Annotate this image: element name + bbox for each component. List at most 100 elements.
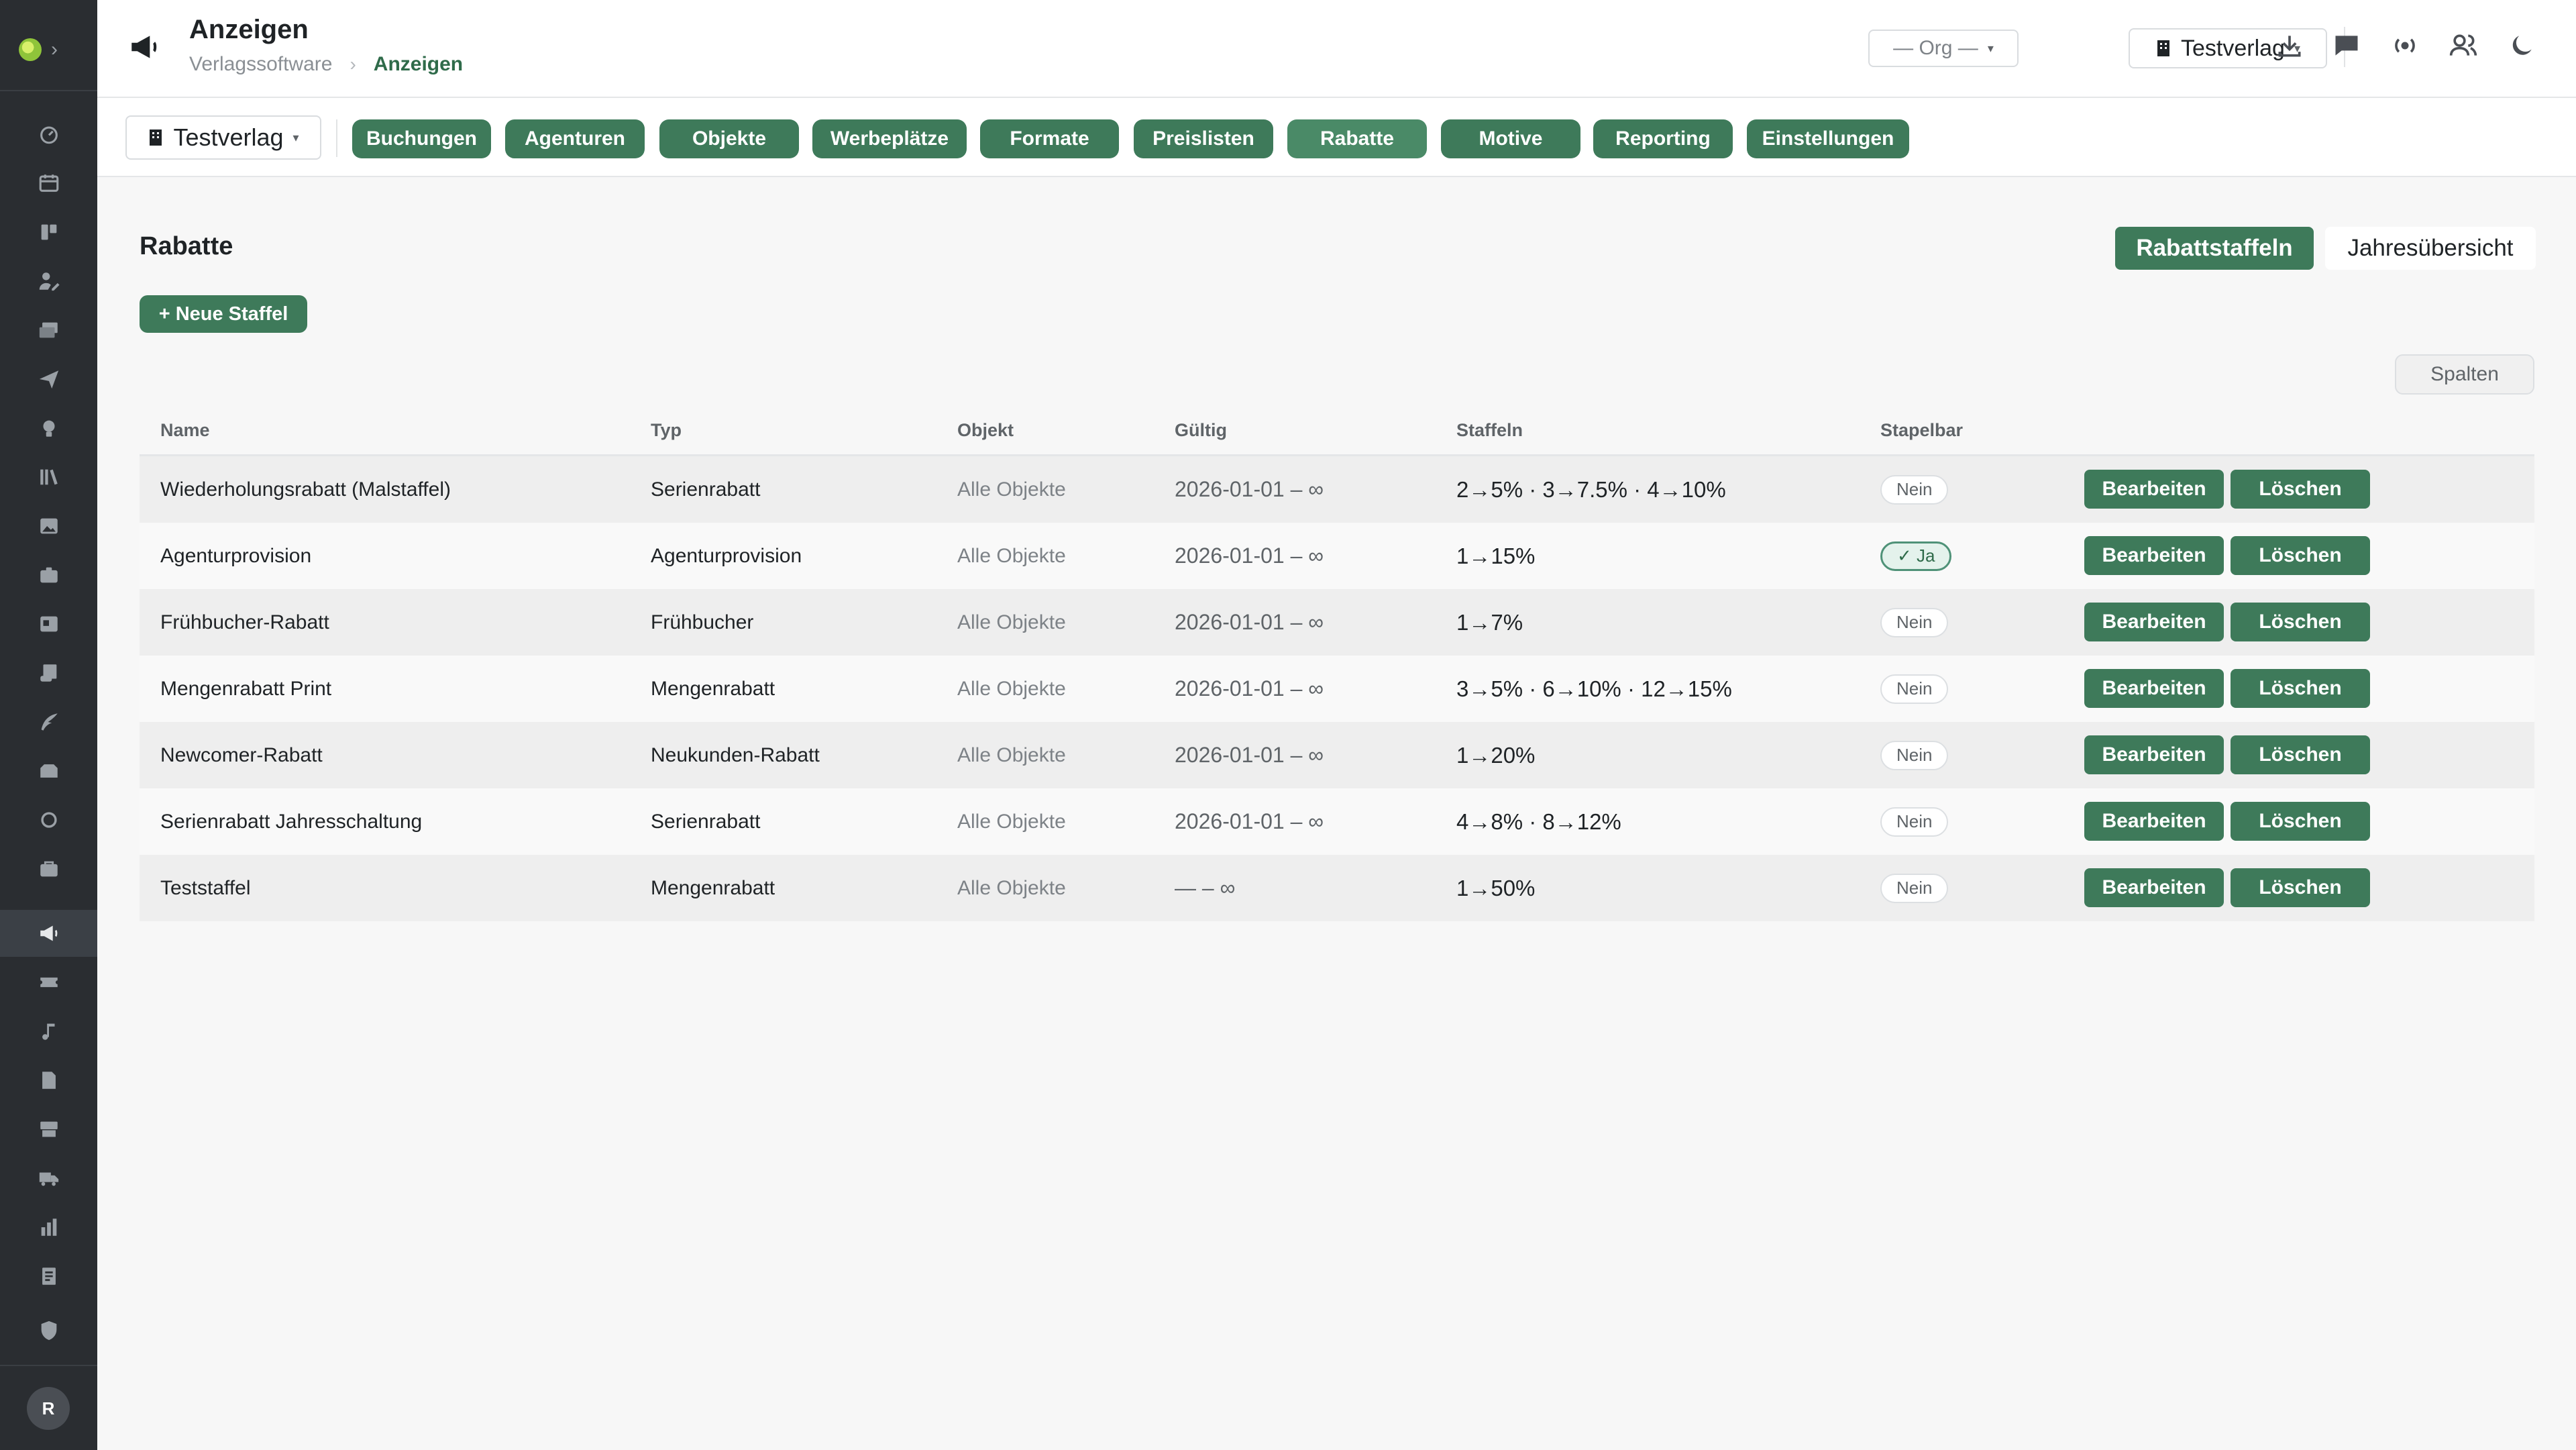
tab-jahresuebersicht[interactable]: Jahresübersicht [2325, 227, 2536, 270]
org-select[interactable]: — Org — ▾ [1868, 30, 2019, 67]
edit-button[interactable]: Bearbeiten [2084, 603, 2224, 641]
rail-user-edit[interactable] [0, 258, 97, 305]
rail-image[interactable] [0, 503, 97, 550]
cell-typ: Frühbucher [651, 611, 754, 633]
table-header: Name Typ Objekt Gültig Staffeln Stapelba… [140, 412, 2534, 456]
nav-werbeplaetze[interactable]: Werbeplätze [812, 119, 967, 158]
rail-dashboard[interactable] [0, 111, 97, 158]
new-staffel-button[interactable]: + Neue Staffel [140, 295, 307, 333]
table-row: Teststaffel Mengenrabatt Alle Objekte — … [140, 855, 2534, 921]
store-icon [40, 1121, 58, 1137]
top-header: Anzeigen Verlagssoftware › Anzeigen — Or… [97, 0, 2576, 98]
nav-reporting[interactable]: Reporting [1593, 119, 1733, 158]
rail-id-card[interactable] [0, 601, 97, 648]
building-icon [150, 130, 162, 146]
avatar[interactable]: R [27, 1387, 70, 1430]
header-name[interactable]: Name [160, 420, 210, 441]
context-select[interactable]: Testverlag ▾ [125, 115, 321, 160]
nav-buchungen[interactable]: Buchungen [352, 119, 491, 158]
rail-send[interactable] [0, 356, 97, 403]
rail-music[interactable] [0, 1008, 97, 1055]
nav-objekte[interactable]: Objekte [659, 119, 799, 158]
cell-stapelbar: Nein [1880, 722, 1949, 788]
cell-name: Frühbucher-Rabatt [160, 611, 329, 633]
cell-staffeln: 4→8% · 8→12% [1456, 809, 1621, 834]
rail-idea[interactable] [0, 405, 97, 452]
cell-stapelbar: Nein [1880, 656, 1949, 722]
rail-briefcase[interactable] [0, 552, 97, 599]
delete-button[interactable]: Löschen [2231, 669, 2370, 708]
cell-stapelbar: ✓ Ja [1880, 523, 1952, 589]
delete-button[interactable]: Löschen [2231, 603, 2370, 641]
bar-chart-icon [41, 1219, 56, 1236]
kanban-icon [41, 224, 56, 240]
nav-formate[interactable]: Formate [980, 119, 1119, 158]
broadcast-icon[interactable] [2390, 31, 2420, 60]
breadcrumb: Verlagssoftware › Anzeigen [189, 53, 463, 76]
send-icon [39, 370, 58, 389]
users-icon[interactable] [2449, 31, 2478, 60]
columns-button[interactable]: Spalten [2395, 354, 2534, 395]
delete-button[interactable]: Löschen [2231, 536, 2370, 575]
chat-icon[interactable] [2332, 31, 2361, 60]
rail-inbox[interactable] [0, 747, 97, 794]
cell-objekt: Alle Objekte [957, 478, 1066, 501]
cell-typ: Serienrabatt [651, 810, 761, 833]
rail-shield[interactable] [0, 1307, 97, 1354]
delete-button[interactable]: Löschen [2231, 735, 2370, 774]
rail-library[interactable] [0, 454, 97, 501]
breadcrumb-root[interactable]: Verlagssoftware [189, 53, 332, 76]
table-row: Newcomer-Rabatt Neukunden-Rabatt Alle Ob… [140, 722, 2534, 788]
rail-megaphone[interactable] [0, 910, 97, 957]
edit-button[interactable]: Bearbeiten [2084, 669, 2224, 708]
section-title: Rabatte [140, 232, 233, 260]
cell-name: Serienrabatt Jahresschaltung [160, 810, 423, 833]
rail-kanban[interactable] [0, 209, 97, 256]
discount-table: Name Typ Objekt Gültig Staffeln Stapelba… [140, 412, 2534, 921]
rail-calendar[interactable] [0, 160, 97, 207]
chevron-right-icon: › [51, 38, 58, 60]
delete-button[interactable]: Löschen [2231, 868, 2370, 907]
header-gueltig[interactable]: Gültig [1175, 420, 1227, 441]
delete-button[interactable]: Löschen [2231, 470, 2370, 509]
edit-button[interactable]: Bearbeiten [2084, 735, 2224, 774]
nav-motive[interactable]: Motive [1441, 119, 1580, 158]
rail-quill[interactable] [0, 698, 97, 745]
edit-button[interactable]: Bearbeiten [2084, 868, 2224, 907]
cell-gueltig: — – ∞ [1175, 876, 1236, 900]
header-stapelbar[interactable]: Stapelbar [1880, 420, 1963, 441]
rail-store[interactable] [0, 1106, 97, 1153]
table-row: Agenturprovision Agenturprovision Alle O… [140, 523, 2534, 589]
tab-rabattstaffeln[interactable]: Rabattstaffeln [2115, 227, 2314, 270]
nav-agenturen[interactable]: Agenturen [505, 119, 645, 158]
moon-icon[interactable] [2507, 31, 2536, 60]
nav-rabatte[interactable]: Rabatte [1287, 119, 1427, 158]
nav-divider [336, 119, 337, 157]
nav-preislisten[interactable]: Preislisten [1134, 119, 1273, 158]
rail-ticket[interactable] [0, 959, 97, 1006]
rail-document[interactable] [0, 1057, 97, 1104]
header-typ[interactable]: Typ [651, 420, 682, 441]
page-title: Anzeigen [189, 15, 309, 44]
rail-clipboard[interactable] [0, 1253, 97, 1300]
shield-icon [41, 1320, 56, 1341]
cell-typ: Neukunden-Rabatt [651, 743, 820, 766]
app-logo[interactable]: › [19, 35, 79, 64]
edit-button[interactable]: Bearbeiten [2084, 536, 2224, 575]
quill-icon [41, 713, 58, 731]
header-objekt[interactable]: Objekt [957, 420, 1014, 441]
download-icon[interactable] [2275, 31, 2304, 60]
cell-gueltig: 2026-01-01 – ∞ [1175, 676, 1324, 701]
rail-bar-chart[interactable] [0, 1204, 97, 1251]
rail-mail-stack[interactable] [0, 307, 97, 354]
rail-scroll[interactable] [0, 650, 97, 696]
rail-truck[interactable] [0, 1155, 97, 1202]
cell-staffeln: 1→50% [1456, 875, 1536, 900]
rail-bag[interactable] [0, 845, 97, 892]
delete-button[interactable]: Löschen [2231, 802, 2370, 841]
edit-button[interactable]: Bearbeiten [2084, 470, 2224, 509]
edit-button[interactable]: Bearbeiten [2084, 802, 2224, 841]
header-staffeln[interactable]: Staffeln [1456, 420, 1523, 441]
nav-einstellungen[interactable]: Einstellungen [1747, 119, 1909, 158]
rail-circle[interactable] [0, 796, 97, 843]
